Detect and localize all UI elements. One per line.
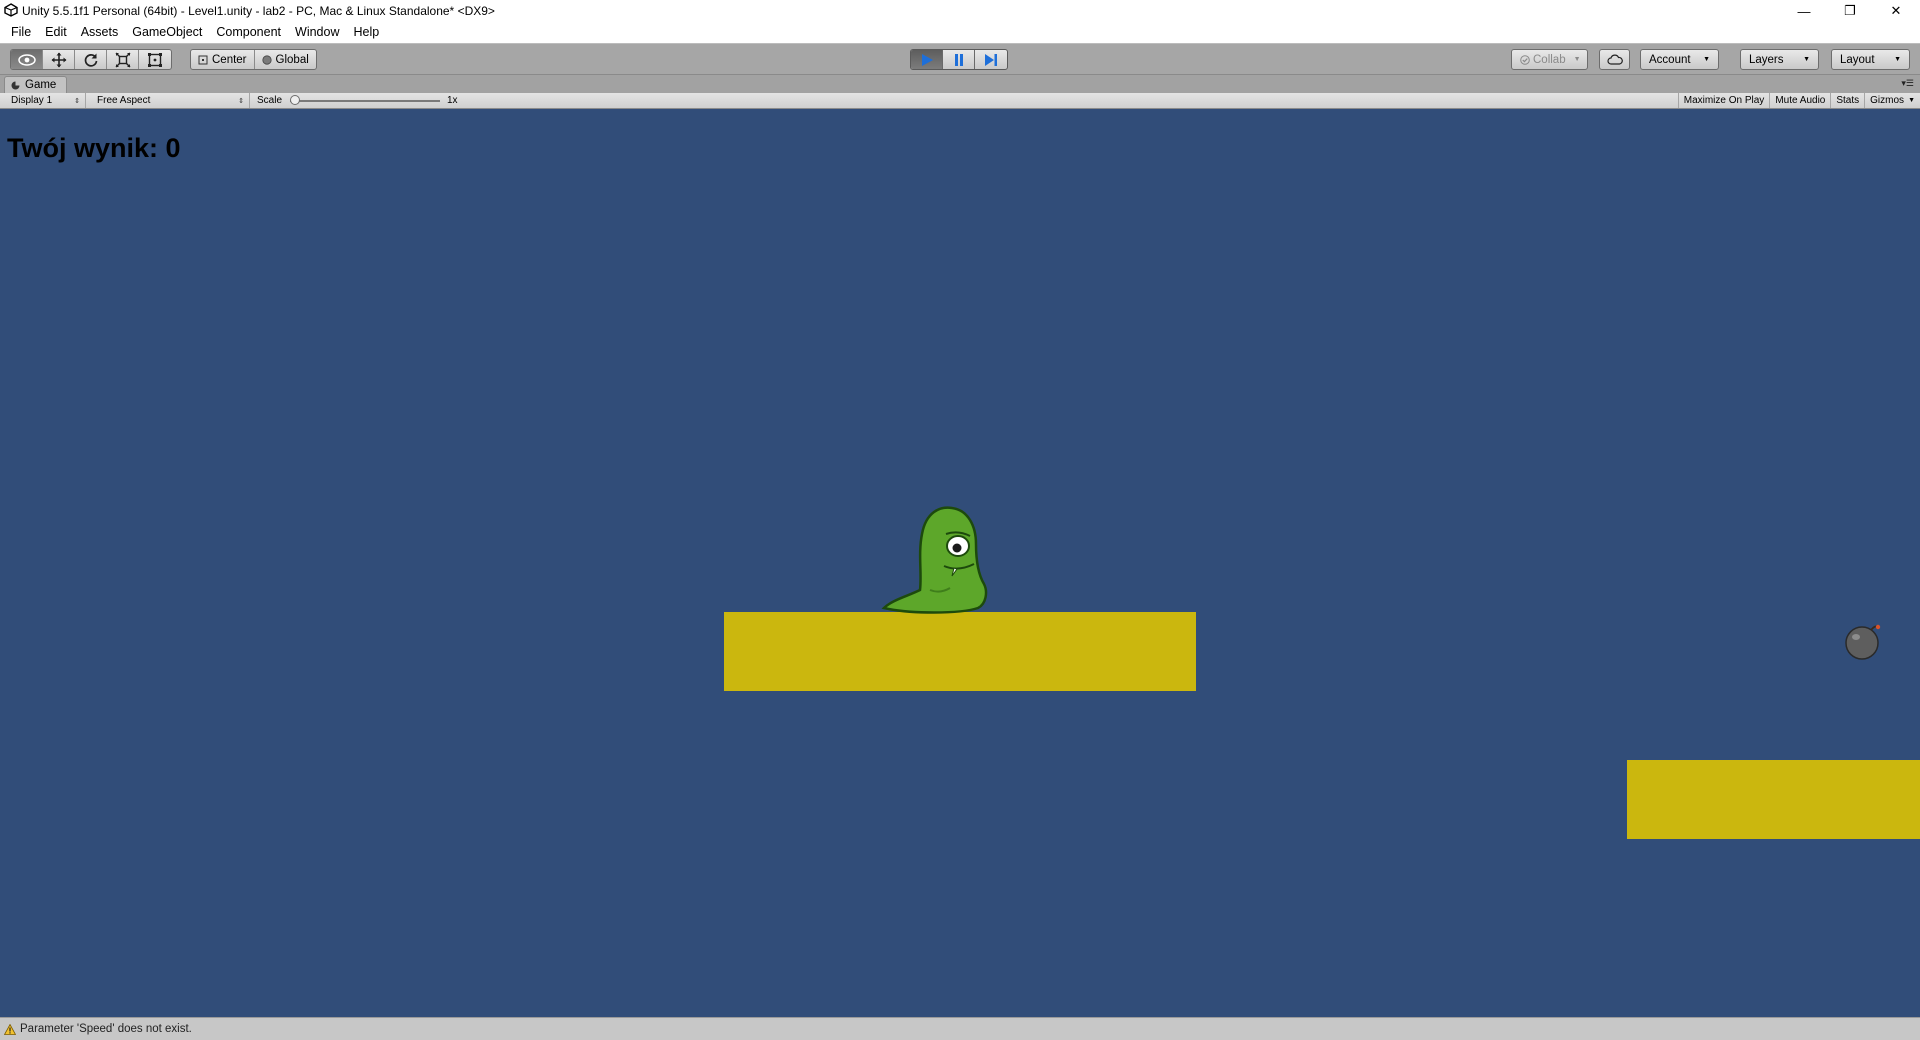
status-message: Parameter 'Speed' does not exist.	[20, 1023, 192, 1035]
menu-window[interactable]: Window	[288, 22, 346, 43]
menu-file[interactable]: File	[4, 22, 38, 43]
minimize-icon: —	[1797, 3, 1811, 19]
console-status-bar[interactable]: Parameter 'Speed' does not exist.	[0, 1017, 1920, 1040]
play-button[interactable]	[911, 50, 943, 69]
hand-tool-icon	[17, 53, 36, 66]
play-icon	[921, 53, 933, 66]
chevron-down-icon: ▼	[1703, 56, 1710, 63]
step-button[interactable]	[975, 50, 1007, 69]
display-label: Display 1	[11, 95, 53, 106]
cloud-button[interactable]	[1599, 49, 1630, 70]
layers-dropdown[interactable]: Layers ▼	[1740, 49, 1819, 70]
aspect-dropdown[interactable]: Free Aspect ⇕	[92, 93, 250, 108]
game-view-controls: Display 1 ⇕ Free Aspect ⇕ Scale 1x Maxim…	[0, 93, 1920, 109]
gizmos-dropdown[interactable]: Gizmos ▼	[1864, 93, 1920, 108]
score-text: Twój wynik: 0	[7, 133, 181, 163]
playback-controls	[910, 49, 1008, 70]
updown-arrows-icon: ⇕	[238, 97, 244, 105]
rect-tool-button[interactable]	[139, 50, 171, 69]
scale-slider[interactable]	[290, 100, 440, 102]
display-dropdown[interactable]: Display 1 ⇕	[6, 93, 86, 108]
menu-bar: File Edit Assets GameObject Component Wi…	[0, 22, 1920, 43]
close-icon: ✕	[1890, 3, 1902, 18]
transform-tools	[10, 49, 172, 70]
restore-button[interactable]: ❐	[1827, 0, 1873, 22]
layout-label: Layout	[1840, 53, 1875, 66]
main-toolbar: Center Global Collab ▼ Account ▼ Layers …	[0, 43, 1920, 75]
menu-component[interactable]: Component	[209, 22, 288, 43]
step-icon	[985, 53, 997, 66]
scale-tool-button[interactable]	[107, 50, 139, 69]
pivot-global-label: Global	[275, 53, 309, 66]
chevron-down-icon: ▼	[1894, 56, 1901, 63]
rect-tool-icon	[148, 52, 162, 67]
move-tool-icon	[51, 52, 66, 67]
window-title: Unity 5.5.1f1 Personal (64bit) - Level1.…	[22, 4, 495, 18]
slime-character	[881, 506, 988, 614]
collab-label: Collab	[1533, 53, 1566, 66]
warning-icon	[4, 1023, 16, 1035]
hand-tool-button[interactable]	[11, 50, 43, 69]
pivot-center-icon	[198, 55, 208, 64]
globe-icon	[261, 54, 272, 65]
cloud-icon	[1606, 54, 1623, 65]
menu-edit[interactable]: Edit	[38, 22, 74, 43]
chevron-down-icon: ▼	[1573, 56, 1581, 63]
gizmos-label: Gizmos	[1870, 95, 1905, 106]
menu-assets[interactable]: Assets	[74, 22, 126, 43]
chevron-down-icon: ▼	[1803, 56, 1810, 63]
unity-logo-icon	[4, 3, 18, 17]
pivot-controls: Center Global	[190, 49, 317, 70]
bomb-sprite	[1845, 624, 1881, 660]
platform	[1627, 760, 1920, 839]
window-title-bar: Unity 5.5.1f1 Personal (64bit) - Level1.…	[0, 0, 1920, 22]
scale-slider-thumb[interactable]	[290, 95, 300, 105]
scale-value: 1x	[447, 95, 458, 106]
pivot-center-label: Center	[212, 53, 247, 66]
account-label: Account	[1649, 53, 1691, 66]
layout-dropdown[interactable]: Layout ▼	[1831, 49, 1910, 70]
minimize-button[interactable]: —	[1781, 0, 1827, 22]
collab-dropdown[interactable]: Collab ▼	[1511, 49, 1588, 70]
tab-game-label: Game	[25, 79, 57, 91]
rotate-tool-button[interactable]	[75, 50, 107, 69]
tab-game[interactable]: Game	[4, 76, 68, 93]
stats-toggle[interactable]: Stats	[1830, 93, 1864, 108]
menu-gameobject[interactable]: GameObject	[125, 22, 209, 43]
menu-help[interactable]: Help	[346, 22, 386, 43]
pivot-center-button[interactable]: Center	[191, 50, 255, 69]
move-tool-button[interactable]	[43, 50, 75, 69]
updown-arrows-icon: ⇕	[74, 97, 80, 105]
account-dropdown[interactable]: Account ▼	[1640, 49, 1719, 70]
aspect-label: Free Aspect	[97, 95, 151, 106]
collab-check-icon	[1520, 54, 1530, 65]
panel-menu-icon[interactable]: ▾☰	[1901, 78, 1914, 89]
pause-button[interactable]	[943, 50, 975, 69]
pause-icon	[954, 53, 963, 66]
game-controller-icon	[11, 81, 20, 89]
scale-tool-icon	[115, 52, 130, 67]
game-tab-row: Game ▾☰	[0, 75, 1920, 93]
mute-audio-toggle[interactable]: Mute Audio	[1769, 93, 1830, 108]
platform	[724, 612, 1196, 691]
layers-label: Layers	[1749, 53, 1784, 66]
game-view-toggles: Maximize On Play Mute Audio Stats Gizmos…	[1677, 93, 1920, 108]
restore-icon: ❐	[1844, 3, 1856, 18]
rotate-tool-icon	[84, 53, 97, 67]
game-viewport[interactable]: Twój wynik: 0	[0, 109, 1920, 1017]
close-button[interactable]: ✕	[1873, 0, 1919, 22]
scale-label: Scale	[257, 95, 283, 106]
chevron-down-icon: ▼	[1908, 97, 1915, 104]
pivot-global-button[interactable]: Global	[255, 50, 316, 69]
maximize-on-play-toggle[interactable]: Maximize On Play	[1677, 93, 1770, 108]
